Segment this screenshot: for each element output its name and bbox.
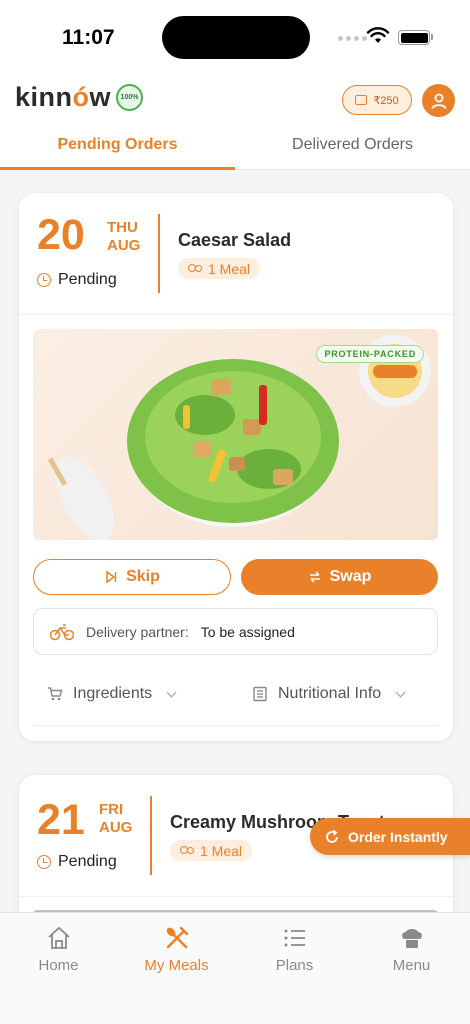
order-instantly-button[interactable]: Order Instantly (310, 818, 470, 855)
cart-icon (48, 687, 63, 701)
nav-menu[interactable]: Menu (353, 925, 470, 974)
meal-name[interactable]: Caesar Salad (178, 230, 291, 251)
nav-my-meals[interactable]: My Meals (118, 925, 235, 974)
tab-delivered-orders[interactable]: Delivered Orders (235, 136, 470, 170)
people-icon (188, 263, 202, 274)
app-header: kinnów 100% ₹250 Pending Orders Delivere… (0, 76, 470, 170)
status-bar: 11:07 (0, 0, 470, 76)
delivery-partner-box: Delivery partner: To be assigned (33, 608, 438, 655)
order-status: Pending (37, 853, 117, 871)
signal-icon (338, 36, 367, 41)
meal-card: 21 FRI AUG Pending Creamy Mushroom Toast… (19, 775, 453, 935)
ingredients-toggle[interactable]: Ingredients (47, 685, 177, 703)
refresh-icon (326, 829, 338, 843)
clock-icon (37, 273, 51, 287)
brand-logo[interactable]: kinnów (15, 82, 111, 113)
chevron-down-icon (166, 687, 177, 697)
bicycle-icon (50, 623, 74, 640)
fork-knife-icon (166, 926, 188, 949)
nav-home[interactable]: Home (0, 925, 117, 974)
order-date: 20 (37, 211, 85, 259)
swap-icon (309, 571, 320, 583)
nav-plans[interactable]: Plans (236, 925, 353, 974)
home-icon (47, 926, 70, 949)
skip-icon (106, 570, 117, 584)
wifi-icon (366, 27, 390, 43)
meal-card: 20 THU AUG Pending Caesar Salad 1 Meal P… (19, 193, 453, 741)
people-icon (180, 845, 194, 856)
wallet-button[interactable]: ₹250 (342, 85, 412, 115)
delivery-label: Delivery partner: (86, 623, 189, 640)
meal-count-badge: 1 Meal (170, 840, 253, 861)
veg-badge-icon: 100% (116, 84, 143, 111)
skip-button[interactable]: Skip (33, 559, 231, 595)
divider (158, 214, 160, 293)
list-icon (284, 929, 305, 947)
nutritional-info-toggle[interactable]: Nutritional Info (252, 685, 406, 703)
profile-button[interactable] (422, 84, 455, 117)
order-day-month: THU AUG (107, 219, 141, 254)
meal-image[interactable]: PROTEIN-PACKED (33, 329, 438, 540)
meal-count-badge: 1 Meal (178, 258, 261, 279)
bottom-nav: Home My Meals Plans Menu (0, 912, 470, 1024)
wallet-amount: ₹250 (373, 94, 399, 107)
wallet-icon (355, 95, 368, 105)
order-date: 21 (37, 796, 85, 844)
document-icon (253, 686, 267, 702)
divider (150, 796, 152, 875)
dynamic-island (162, 16, 310, 59)
chevron-down-icon (395, 687, 406, 697)
tab-pending-orders[interactable]: Pending Orders (0, 136, 235, 170)
order-status: Pending (37, 271, 117, 289)
delivery-value: To be assigned (200, 623, 295, 640)
order-day-month: FRI AUG (99, 801, 133, 836)
protein-tag: PROTEIN-PACKED (316, 345, 424, 363)
user-icon (431, 93, 446, 109)
clock-icon (37, 855, 51, 869)
battery-icon (398, 30, 430, 45)
swap-button[interactable]: Swap (241, 559, 438, 595)
status-time: 11:07 (62, 26, 115, 49)
chef-hat-icon (401, 929, 422, 948)
